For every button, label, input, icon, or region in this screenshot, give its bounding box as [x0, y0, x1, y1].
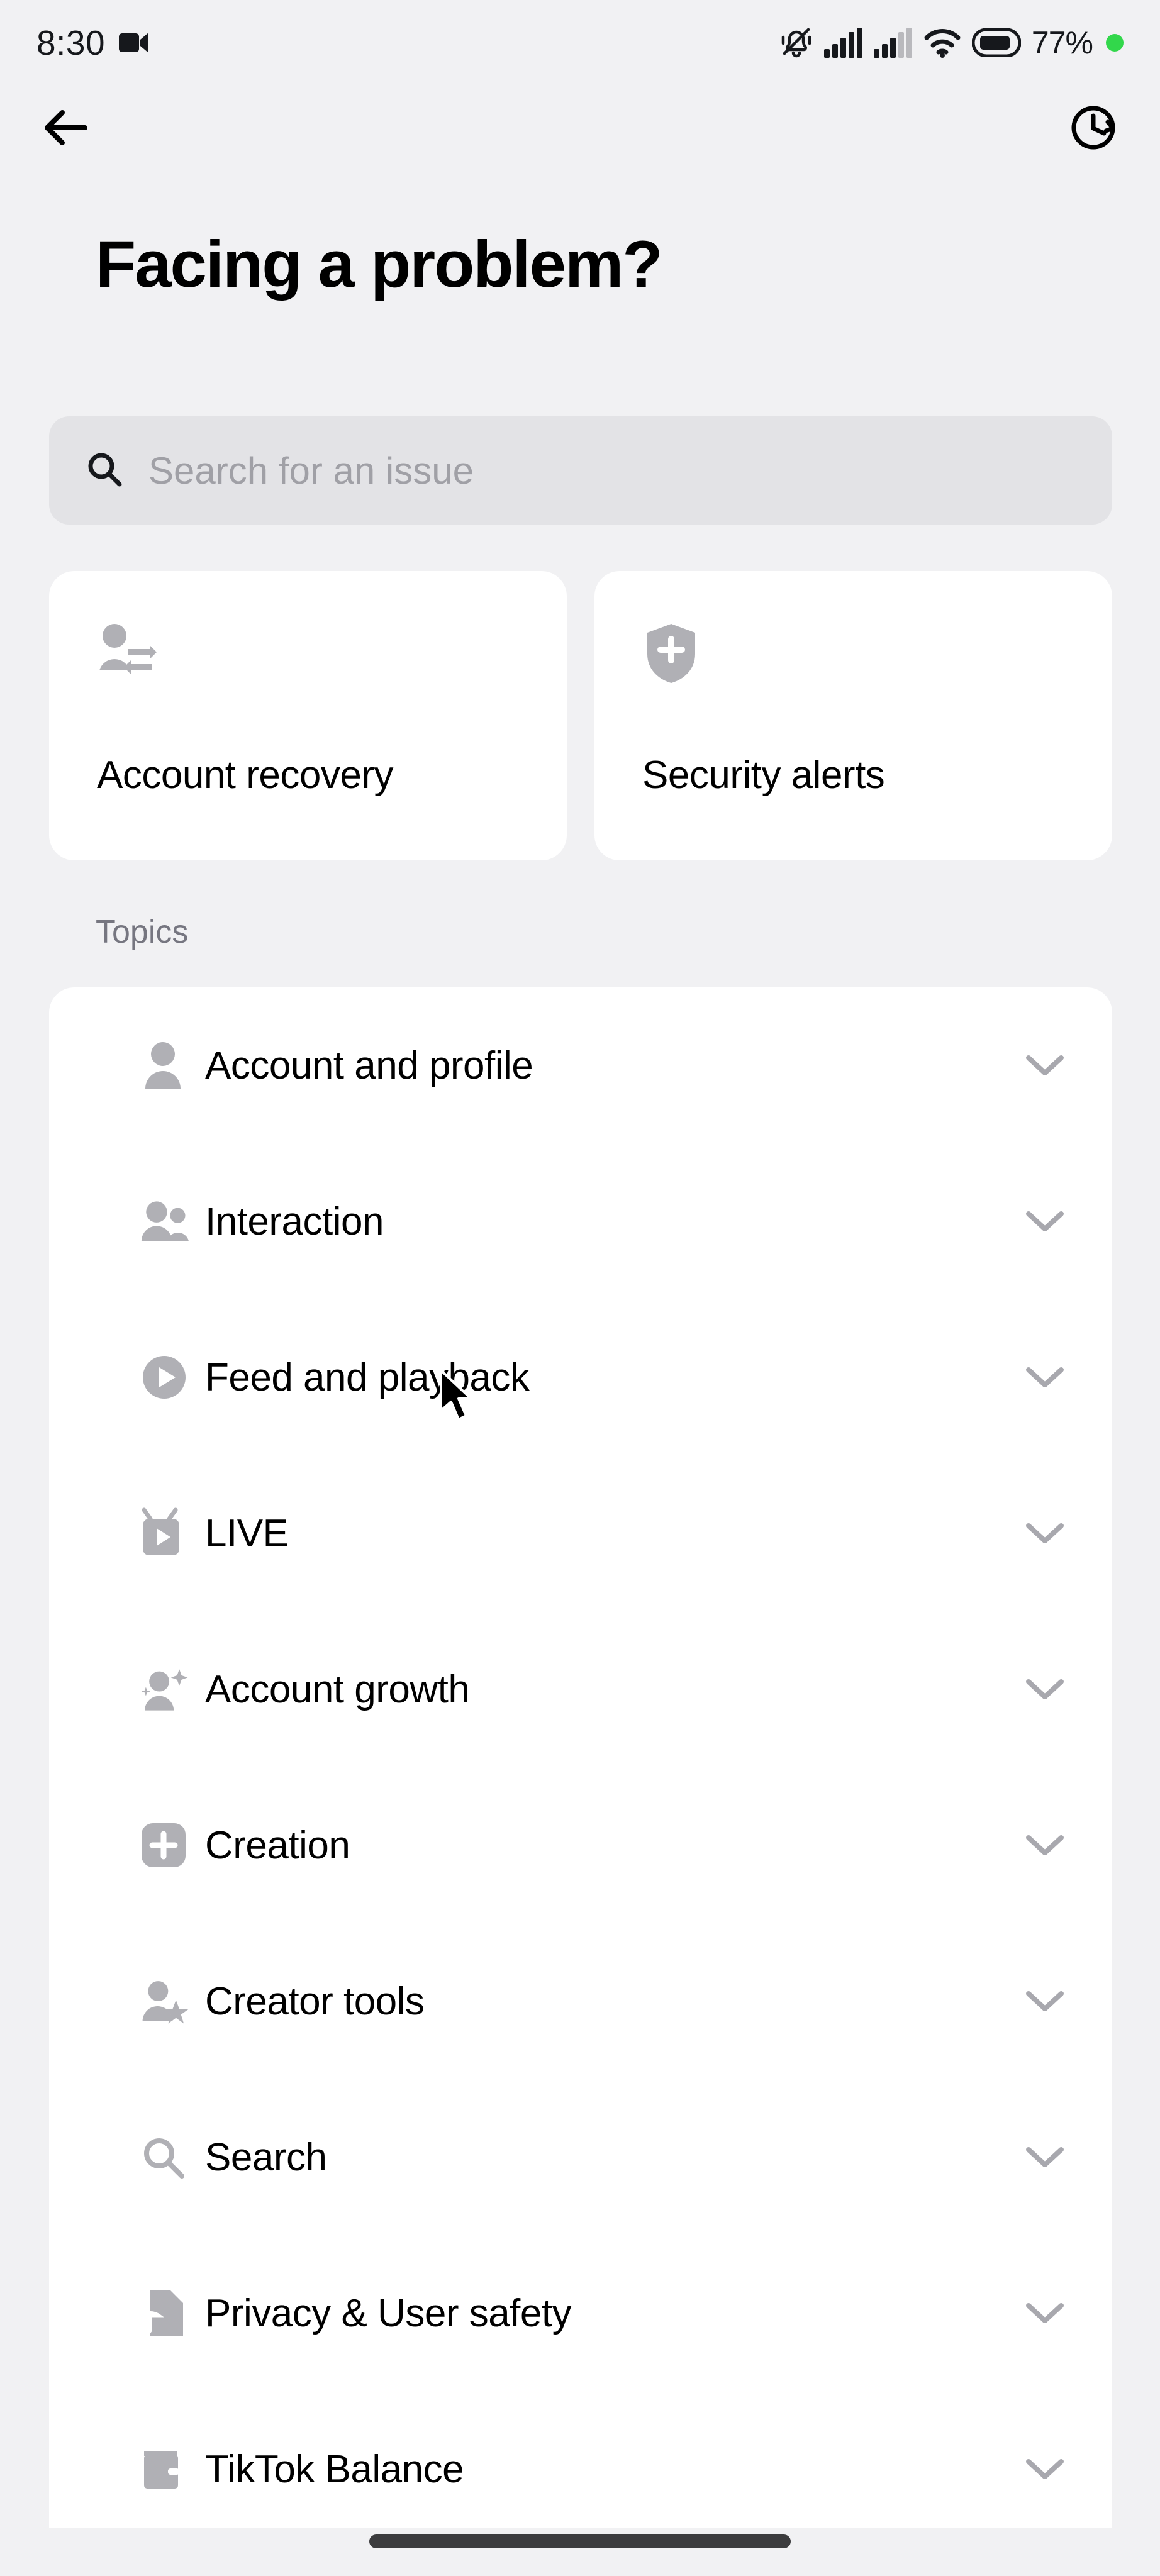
topic-row-creation[interactable]: Creation	[49, 1767, 1112, 1923]
topic-row-creator-tools[interactable]: Creator tools	[49, 1923, 1112, 2079]
status-time: 8:30	[36, 23, 106, 62]
quick-card-account-recovery[interactable]: Account recovery	[49, 571, 567, 860]
topic-label: Feed and playback	[205, 1355, 530, 1399]
chevron-down-icon[interactable]	[1023, 1522, 1067, 1545]
quick-card-security-alerts[interactable]: Security alerts	[594, 571, 1112, 860]
person-icon	[140, 1041, 189, 1090]
topic-row-privacy-user-safety[interactable]: Privacy & User safety	[49, 2235, 1112, 2391]
status-bar: 8:30 77%	[0, 0, 1160, 85]
chevron-down-icon[interactable]	[1023, 1366, 1067, 1389]
chevron-down-icon[interactable]	[1023, 2146, 1067, 2168]
topic-row-live[interactable]: LIVE	[49, 1455, 1112, 1611]
battery-percentage: 77%	[1031, 25, 1093, 60]
play-circle-icon	[140, 1353, 189, 1401]
account-recovery-icon	[97, 623, 157, 684]
chevron-down-icon[interactable]	[1023, 1210, 1067, 1233]
topics-section-label: Topics	[96, 914, 189, 950]
wallet-icon	[140, 2446, 189, 2492]
live-tv-icon	[140, 1507, 189, 1559]
chevron-down-icon[interactable]	[1023, 2458, 1067, 2480]
topic-row-account-and-profile[interactable]: Account and profile	[49, 987, 1112, 1143]
search-icon	[86, 450, 123, 491]
chevron-down-icon[interactable]	[1023, 1054, 1067, 1077]
signal-bars-1-icon	[823, 27, 863, 58]
topic-row-account-growth[interactable]: Account growth	[49, 1611, 1112, 1767]
clock-history-icon	[1071, 106, 1115, 149]
chevron-down-icon[interactable]	[1023, 1990, 1067, 2012]
history-button[interactable]	[1064, 99, 1122, 157]
video-camera-icon	[119, 31, 149, 55]
status-bar-right: 77%	[779, 25, 1124, 61]
topic-row-search[interactable]: Search	[49, 2079, 1112, 2235]
topic-label: Search	[205, 2135, 327, 2179]
topic-label: Account and profile	[205, 1043, 533, 1087]
document-umbrella-icon	[140, 2288, 189, 2338]
search-input[interactable]: Search for an issue	[49, 416, 1112, 525]
chevron-down-icon[interactable]	[1023, 1834, 1067, 1857]
topic-label: Interaction	[205, 1199, 384, 1243]
topic-label: TikTok Balance	[205, 2447, 464, 2491]
navigation-bar	[0, 85, 1160, 170]
chevron-down-icon[interactable]	[1023, 1678, 1067, 1701]
back-button[interactable]	[36, 99, 94, 157]
page-title: Facing a problem?	[96, 228, 662, 301]
person-sparkle-icon	[140, 1664, 189, 1714]
quick-card-label: Account recovery	[97, 753, 394, 797]
chevron-down-icon[interactable]	[1023, 2302, 1067, 2324]
status-bar-left: 8:30	[36, 23, 149, 63]
topic-row-tiktok-balance[interactable]: TikTok Balance	[49, 2391, 1112, 2528]
search-placeholder: Search for an issue	[148, 449, 474, 492]
plus-square-icon	[140, 1822, 189, 1868]
people-icon	[140, 1199, 189, 1244]
green-status-dot	[1106, 33, 1124, 52]
arrow-left-icon	[45, 109, 87, 145]
topics-list: Account and profile Interaction Feed and…	[49, 987, 1112, 2528]
battery-icon	[971, 28, 1021, 57]
search-icon	[140, 2135, 189, 2180]
mute-bell-icon	[779, 25, 813, 61]
quick-actions: Account recovery Security alerts	[49, 571, 1112, 860]
topic-label: Creation	[205, 1823, 350, 1867]
phone-screen: 8:30 77% Facing a problem? Search for an…	[0, 0, 1160, 2576]
topic-row-feed-and-playback[interactable]: Feed and playback	[49, 1299, 1112, 1455]
topic-row-interaction[interactable]: Interaction	[49, 1143, 1112, 1299]
topic-label: LIVE	[205, 1511, 289, 1555]
signal-bars-2-icon	[873, 27, 913, 58]
quick-card-label: Security alerts	[642, 753, 885, 797]
wifi-icon	[923, 28, 961, 58]
person-star-icon	[140, 1976, 189, 2026]
shield-plus-icon	[642, 623, 700, 687]
topic-label: Account growth	[205, 1667, 470, 1711]
topic-label: Creator tools	[205, 1979, 425, 2023]
home-indicator[interactable]	[369, 2534, 791, 2548]
topic-label: Privacy & User safety	[205, 2291, 572, 2335]
